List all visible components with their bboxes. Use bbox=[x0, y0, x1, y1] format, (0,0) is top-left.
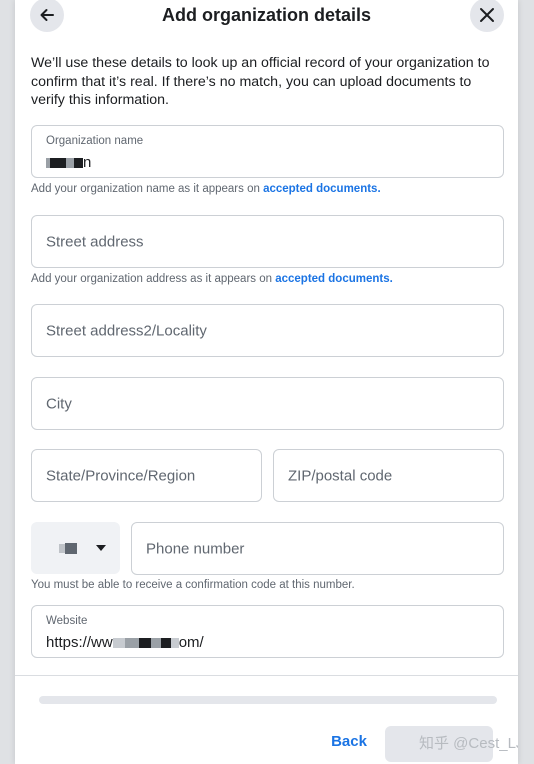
city-placeholder: City bbox=[46, 395, 72, 412]
zip-placeholder: ZIP/postal code bbox=[288, 467, 393, 484]
state-placeholder: State/Province/Region bbox=[46, 467, 196, 484]
country-code-select[interactable] bbox=[31, 522, 120, 574]
accepted-documents-link[interactable]: accepted documents. bbox=[263, 183, 381, 195]
website-label: Website bbox=[46, 615, 88, 627]
organization-name-value: n bbox=[46, 154, 91, 171]
city-field[interactable]: City bbox=[31, 377, 504, 430]
watermark: 知乎 @Cest_LJs bbox=[419, 735, 518, 752]
organization-name-label: Organization name bbox=[46, 135, 144, 147]
street-address2-placeholder: Street address2/Locality bbox=[46, 322, 207, 339]
street-address2-field[interactable]: Street address2/Locality bbox=[31, 304, 504, 357]
dialog-title: Add organization details bbox=[161, 5, 371, 25]
phone-number-field[interactable]: Phone number bbox=[131, 522, 504, 575]
country-code-redacted bbox=[65, 543, 77, 554]
organization-name-field[interactable]: Organization name n bbox=[31, 125, 504, 178]
back-button[interactable]: Back bbox=[315, 733, 383, 757]
redaction bbox=[138, 638, 151, 649]
organization-name-helper-text: Add your organization name as it appears… bbox=[31, 183, 264, 195]
redaction bbox=[112, 638, 125, 649]
address-helper-text: Add your organization address as it appe… bbox=[31, 273, 276, 285]
background-right bbox=[518, 0, 534, 764]
redaction bbox=[50, 158, 66, 169]
zip-field[interactable]: ZIP/postal code bbox=[273, 449, 504, 502]
organization-name-suffix: n bbox=[83, 154, 92, 171]
address-helper: Add your organization address as it appe… bbox=[31, 273, 393, 285]
redaction bbox=[170, 638, 179, 649]
redaction bbox=[150, 638, 161, 649]
redaction bbox=[124, 638, 139, 649]
footer-divider bbox=[15, 675, 518, 676]
caret-down-icon bbox=[96, 545, 106, 551]
website-value: https://ww om/ bbox=[46, 634, 204, 651]
redaction bbox=[74, 158, 83, 169]
accepted-documents-link-2[interactable]: accepted documents. bbox=[275, 273, 393, 285]
redaction bbox=[66, 158, 74, 169]
website-value-prefix: https://ww bbox=[46, 634, 113, 651]
organization-name-helper: Add your organization name as it appears… bbox=[31, 183, 381, 195]
street-address-placeholder: Street address bbox=[46, 233, 144, 250]
dialog-header: Add organization details bbox=[15, 0, 518, 40]
state-field[interactable]: State/Province/Region bbox=[31, 449, 262, 502]
dialog: Add organization details We’ll use these… bbox=[15, 0, 518, 764]
redaction bbox=[160, 638, 171, 649]
phone-helper: You must be able to receive a confirmati… bbox=[31, 579, 355, 591]
intro-text: We’ll use these details to look up an of… bbox=[31, 55, 490, 108]
phone-number-placeholder: Phone number bbox=[146, 540, 245, 557]
website-field[interactable]: Website https://ww om/ bbox=[31, 605, 504, 658]
street-address-field[interactable]: Street address bbox=[31, 215, 504, 268]
background-left bbox=[0, 0, 15, 764]
progress-bar bbox=[39, 696, 497, 704]
website-value-suffix: om/ bbox=[178, 634, 204, 651]
close-icon[interactable] bbox=[470, 0, 504, 32]
